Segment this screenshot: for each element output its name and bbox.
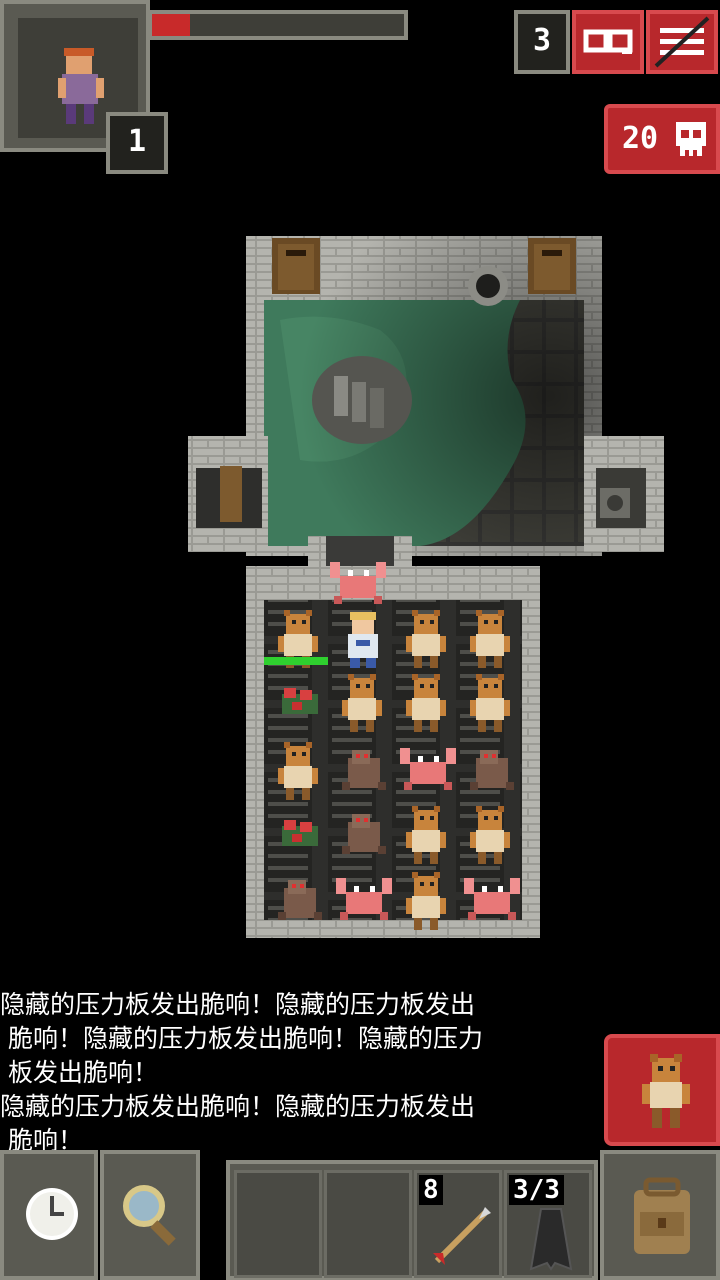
clock-icon <box>26 1188 78 1240</box>
quickslot-2[interactable] <box>324 1170 412 1278</box>
cloak-icon <box>529 1208 573 1271</box>
message-log: 隐藏的压力板发出脆响！隐藏的压力板发出 脆响！隐藏的压力板发出脆响！隐藏的压力 … <box>0 988 600 1158</box>
lower-room <box>246 536 540 938</box>
journal-icon <box>583 29 633 54</box>
log-line: 脆响！隐藏的压力板发出脆响！隐藏的压力 <box>0 1024 483 1053</box>
health-bar <box>148 10 408 40</box>
well-icon[interactable] <box>468 266 508 306</box>
menu-icon <box>654 16 710 68</box>
dart-icon <box>433 1207 491 1265</box>
skull-icon <box>676 122 706 156</box>
quickslot-cloak[interactable]: 3/3 <box>504 1170 592 1278</box>
log-line: 板发出脆响！ <box>0 1058 158 1087</box>
journal-button[interactable] <box>572 10 644 74</box>
attack-target-button[interactable] <box>604 1034 720 1146</box>
pedestal-icon[interactable] <box>600 488 630 518</box>
stairs-down-icon[interactable] <box>312 356 412 444</box>
hero-health-bar <box>264 657 328 665</box>
backpack-button[interactable] <box>600 1150 720 1280</box>
quickslot-1[interactable] <box>234 1170 322 1278</box>
upper-room <box>188 236 664 556</box>
depth-indicator[interactable]: 3 <box>514 10 570 74</box>
quickslot-bar: 8 3/3 <box>226 1160 598 1280</box>
gnoll-icon <box>642 1054 690 1128</box>
wait-button[interactable] <box>0 1150 98 1280</box>
log-line: 隐藏的压力板发出脆响！隐藏的压力板发出 <box>0 990 476 1019</box>
door-top-left[interactable] <box>272 238 320 294</box>
quickslot-darts[interactable]: 8 <box>414 1170 502 1278</box>
hero-level: 1 <box>106 112 168 174</box>
log-line: 隐藏的压力板发出脆响！隐藏的压力板发出 <box>0 1092 476 1121</box>
cloak-charges: 3/3 <box>509 1175 564 1205</box>
search-button[interactable] <box>100 1150 200 1280</box>
menu-button[interactable] <box>646 10 718 74</box>
magnifier-icon <box>123 1185 176 1246</box>
danger-count: 20 <box>622 121 659 156</box>
door-top-right[interactable] <box>528 238 576 294</box>
danger-indicator-button[interactable]: 20 <box>604 104 720 174</box>
health-bar-fill <box>152 14 190 36</box>
door-left[interactable] <box>220 466 242 522</box>
backpack-icon <box>634 1177 690 1254</box>
darts-count: 8 <box>419 1175 443 1205</box>
